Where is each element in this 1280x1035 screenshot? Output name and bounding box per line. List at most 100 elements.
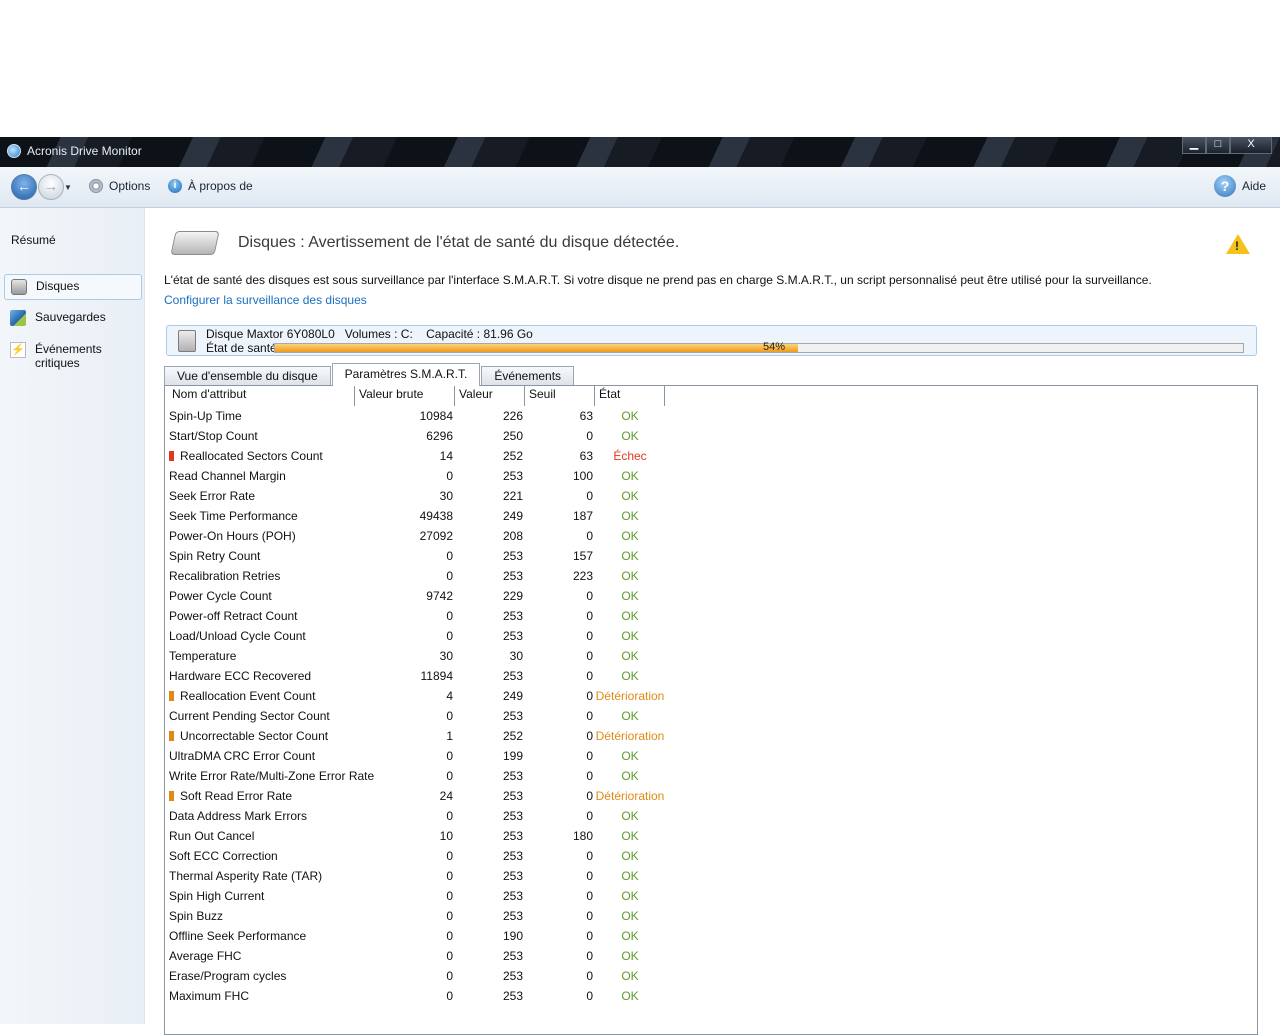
status-value: Détérioration <box>595 689 665 703</box>
current-value: 253 <box>502 949 523 963</box>
back-button[interactable]: ← <box>11 174 37 200</box>
options-label: Options <box>109 179 151 193</box>
attribute-name-text: Load/Unload Cycle Count <box>169 629 306 643</box>
attribute-name-text: Power-On Hours (POH) <box>169 529 296 543</box>
raw-value: 0 <box>446 469 453 483</box>
table-row[interactable]: Run Out Cancel 10 253 180 OK <box>165 826 665 846</box>
sidebar-item-label: Sauvegardes <box>35 310 106 324</box>
table-row[interactable]: Write Error Rate/Multi-Zone Error Rate 0 2… <box>165 766 665 786</box>
table-row[interactable]: Read Channel Margin 0 253 100 OK <box>165 466 665 486</box>
table-row[interactable]: Reallocated Sectors Count 14 252 63 Échec <box>165 446 665 466</box>
health-progress-bar: 54% <box>274 341 1244 353</box>
disk-summary-panel[interactable]: Disque Maxtor 6Y080L0 Volumes : C: Capac… <box>166 325 1257 356</box>
threshold-value: 0 <box>586 749 593 763</box>
table-row[interactable]: Seek Error Rate 30 221 0 OK <box>165 486 665 506</box>
help-icon: ? <box>1213 175 1236 197</box>
table-row[interactable]: UltraDMA CRC Error Count 0 199 0 OK <box>165 746 665 766</box>
minimize-button[interactable]: ▁ <box>1182 137 1206 154</box>
raw-value: 0 <box>446 969 453 983</box>
app-window: Acronis Drive Monitor ▁ □ X ← → ▼ Option… <box>0 137 1280 1035</box>
column-header-value[interactable]: Valeur <box>455 386 525 406</box>
table-row[interactable]: Recalibration Retries 0 253 223 OK <box>165 566 665 586</box>
table-row[interactable]: Spin-Up Time 10984 226 63 OK <box>165 406 665 426</box>
attribute-name: Run Out Cancel <box>169 826 254 846</box>
tab-events[interactable]: Événements <box>481 366 575 385</box>
table-row[interactable]: Average FHC 0 253 0 OK <box>165 946 665 966</box>
table-row[interactable]: Reallocation Event Count 4 249 0 Détériorati… <box>165 686 665 706</box>
table-row[interactable]: Data Address Mark Errors 0 253 0 OK <box>165 806 665 826</box>
nav-history-dropdown-icon[interactable]: ▼ <box>64 183 72 192</box>
threshold-value: 0 <box>586 689 593 703</box>
table-row[interactable]: Seek Time Performance 49438 249 187 OK <box>165 506 665 526</box>
threshold-value: 0 <box>586 529 593 543</box>
current-value: 253 <box>502 789 523 803</box>
raw-value: 30 <box>439 489 453 503</box>
table-row[interactable]: Current Pending Sector Count 0 253 0 OK <box>165 706 665 726</box>
configure-monitoring-link[interactable]: Configurer la surveillance des disques <box>164 293 367 307</box>
sidebar-item-label: Événements critiques <box>35 342 102 370</box>
intro-text: L'état de santé des disques est sous sur… <box>164 273 1152 287</box>
table-row[interactable]: Temperature 30 30 0 OK <box>165 646 665 666</box>
status-value: OK <box>621 929 639 943</box>
table-row[interactable]: Maximum FHC 0 253 0 OK <box>165 986 665 1006</box>
table-row[interactable]: Offline Seek Performance 0 190 0 OK <box>165 926 665 946</box>
current-value: 253 <box>502 869 523 883</box>
attribute-name-text: Seek Time Performance <box>169 509 298 523</box>
attribute-name-text: Data Address Mark Errors <box>169 809 308 823</box>
table-row[interactable]: Thermal Asperity Rate (TAR) 0 253 0 OK <box>165 866 665 886</box>
raw-value: 0 <box>446 629 453 643</box>
attribute-name-text: Current Pending Sector Count <box>169 709 330 723</box>
table-row[interactable]: Spin Buzz 0 253 0 OK <box>165 906 665 926</box>
threshold-value: 0 <box>586 869 593 883</box>
column-header-threshold[interactable]: Seuil <box>525 386 595 406</box>
table-row[interactable]: Spin Retry Count 0 253 157 OK <box>165 546 665 566</box>
maximize-button[interactable]: □ <box>1206 137 1230 154</box>
table-row[interactable]: Load/Unload Cycle Count 0 253 0 OK <box>165 626 665 646</box>
tab-smart-parameters[interactable]: Paramètres S.M.A.R.T. <box>331 363 481 386</box>
sidebar-item-backups[interactable]: Sauvegardes <box>4 306 142 330</box>
attribute-name: Average FHC <box>169 946 241 966</box>
column-header-status[interactable]: État <box>595 386 665 406</box>
attribute-name-text: Temperature <box>169 649 237 663</box>
forward-button[interactable]: → <box>38 174 64 200</box>
attribute-name: Soft ECC Correction <box>169 846 278 866</box>
table-row[interactable]: Erase/Program cycles 0 253 0 OK <box>165 966 665 986</box>
table-row[interactable]: Soft ECC Correction 0 253 0 OK <box>165 846 665 866</box>
tab-disk-overview[interactable]: Vue d'ensemble du disque <box>164 366 331 385</box>
table-row[interactable]: Soft Read Error Rate 24 253 0 Détérioration <box>165 786 665 806</box>
back-arrow-icon: ← <box>17 178 31 194</box>
table-row[interactable]: Start/Stop Count 6296 250 0 OK <box>165 426 665 446</box>
status-value: OK <box>621 909 639 923</box>
options-button[interactable]: Options <box>89 179 150 193</box>
raw-value: 0 <box>446 569 453 583</box>
raw-value: 0 <box>446 889 453 903</box>
sidebar-item-disks[interactable]: Disques <box>4 274 142 300</box>
table-row[interactable]: Hardware ECC Recovered 11894 253 0 OK <box>165 666 665 686</box>
current-value: 253 <box>502 469 523 483</box>
current-value: 208 <box>502 529 523 543</box>
close-button[interactable]: X <box>1230 137 1272 154</box>
attribute-name-text: Erase/Program cycles <box>169 969 287 983</box>
attribute-name: Thermal Asperity Rate (TAR) <box>169 866 322 886</box>
sidebar-item-summary[interactable]: Résumé <box>11 233 56 247</box>
title-bar[interactable]: Acronis Drive Monitor ▁ □ X <box>0 137 1280 167</box>
threshold-value: 223 <box>572 569 593 583</box>
column-header-attribute-name[interactable]: Nom d'attribut <box>165 386 355 406</box>
table-row[interactable]: Power-off Retract Count 0 253 0 OK <box>165 606 665 626</box>
status-value: OK <box>621 869 639 883</box>
raw-value: 30 <box>439 649 453 663</box>
about-button[interactable]: i À propos de <box>168 179 253 193</box>
table-row[interactable]: Uncorrectable Sector Count 1 252 0 Détériora… <box>165 726 665 746</box>
column-header-raw-value[interactable]: Valeur brute <box>355 386 455 406</box>
table-row[interactable]: Power Cycle Count 9742 229 0 OK <box>165 586 665 606</box>
help-button[interactable]: ? Aide <box>1213 175 1266 197</box>
sidebar-item-critical-events[interactable]: ⚡ Événements critiques <box>4 338 142 374</box>
attribute-name: Temperature <box>169 646 236 666</box>
threshold-value: 0 <box>586 489 593 503</box>
status-value: OK <box>621 709 639 723</box>
health-percent-label: 54% <box>763 341 786 353</box>
table-row[interactable]: Power-On Hours (POH) 27092 208 0 OK <box>165 526 665 546</box>
threshold-value: 0 <box>586 709 593 723</box>
table-row[interactable]: Spin High Current 0 253 0 OK <box>165 886 665 906</box>
raw-value: 0 <box>446 809 453 823</box>
